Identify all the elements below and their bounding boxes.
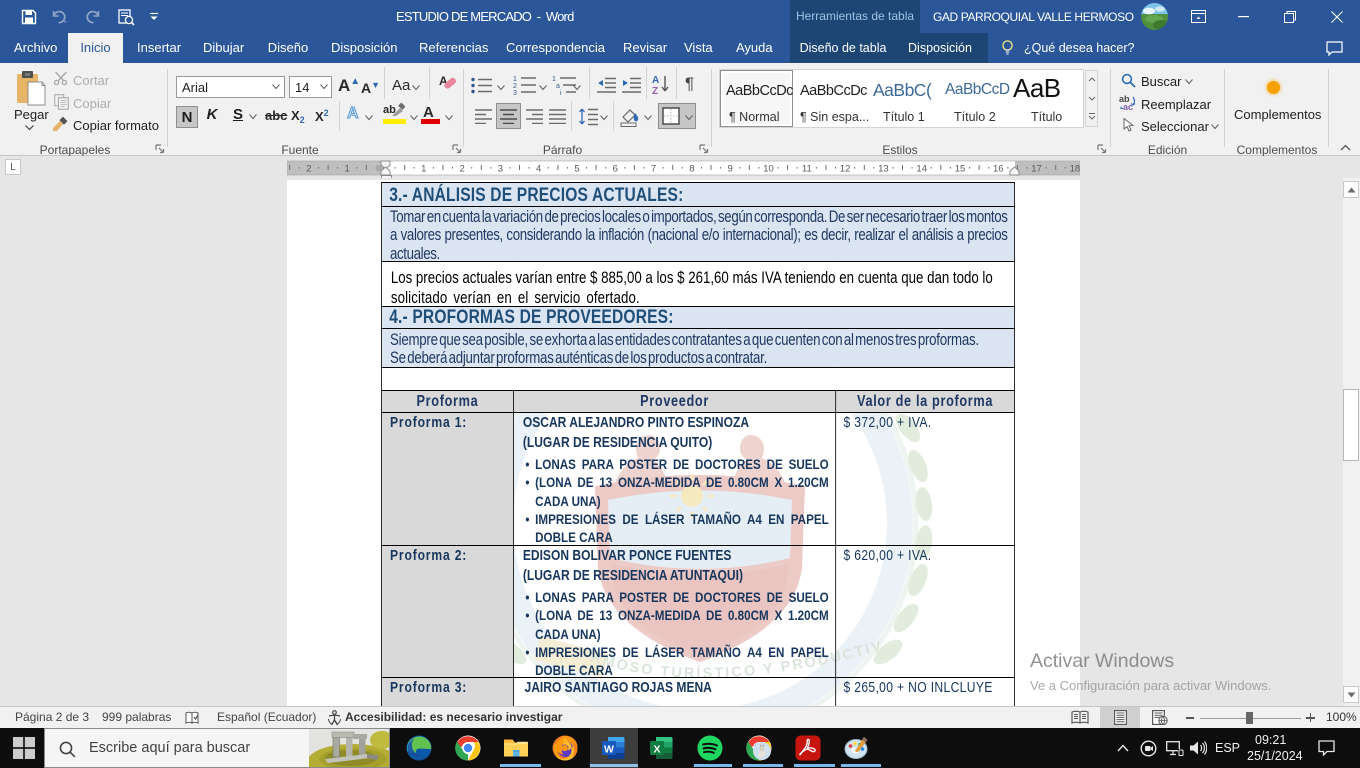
svg-text:16: 16	[993, 164, 1004, 175]
svg-text:12: 12	[840, 164, 851, 175]
svg-text:2: 2	[513, 83, 517, 90]
svg-text:1: 1	[345, 164, 350, 175]
svg-text:4: 4	[536, 164, 541, 175]
svg-text:1: 1	[513, 76, 517, 83]
svg-text:17: 17	[1031, 164, 1042, 175]
svg-text:9: 9	[728, 164, 733, 175]
svg-text:X: X	[653, 744, 660, 756]
svg-text:i: i	[560, 90, 562, 95]
svg-text:8: 8	[689, 164, 694, 175]
svg-text:1: 1	[421, 164, 426, 175]
svg-text:Z: Z	[652, 86, 658, 95]
svg-text:13: 13	[878, 164, 889, 175]
svg-text:3: 3	[513, 90, 517, 95]
svg-text:5: 5	[574, 164, 579, 175]
svg-text:A: A	[652, 75, 659, 86]
svg-text:10: 10	[763, 164, 774, 175]
svg-text:a: a	[556, 83, 560, 90]
svg-text:W: W	[604, 744, 614, 756]
svg-text:14: 14	[916, 164, 927, 175]
svg-text:15: 15	[955, 164, 966, 175]
svg-text:7: 7	[651, 164, 656, 175]
svg-text:3: 3	[498, 164, 503, 175]
svg-text:11: 11	[802, 164, 812, 175]
svg-text:1: 1	[552, 76, 556, 83]
svg-text:2: 2	[459, 164, 464, 175]
svg-text:18: 18	[1070, 164, 1080, 175]
svg-text:2: 2	[306, 164, 311, 175]
svg-text:6: 6	[613, 164, 618, 175]
